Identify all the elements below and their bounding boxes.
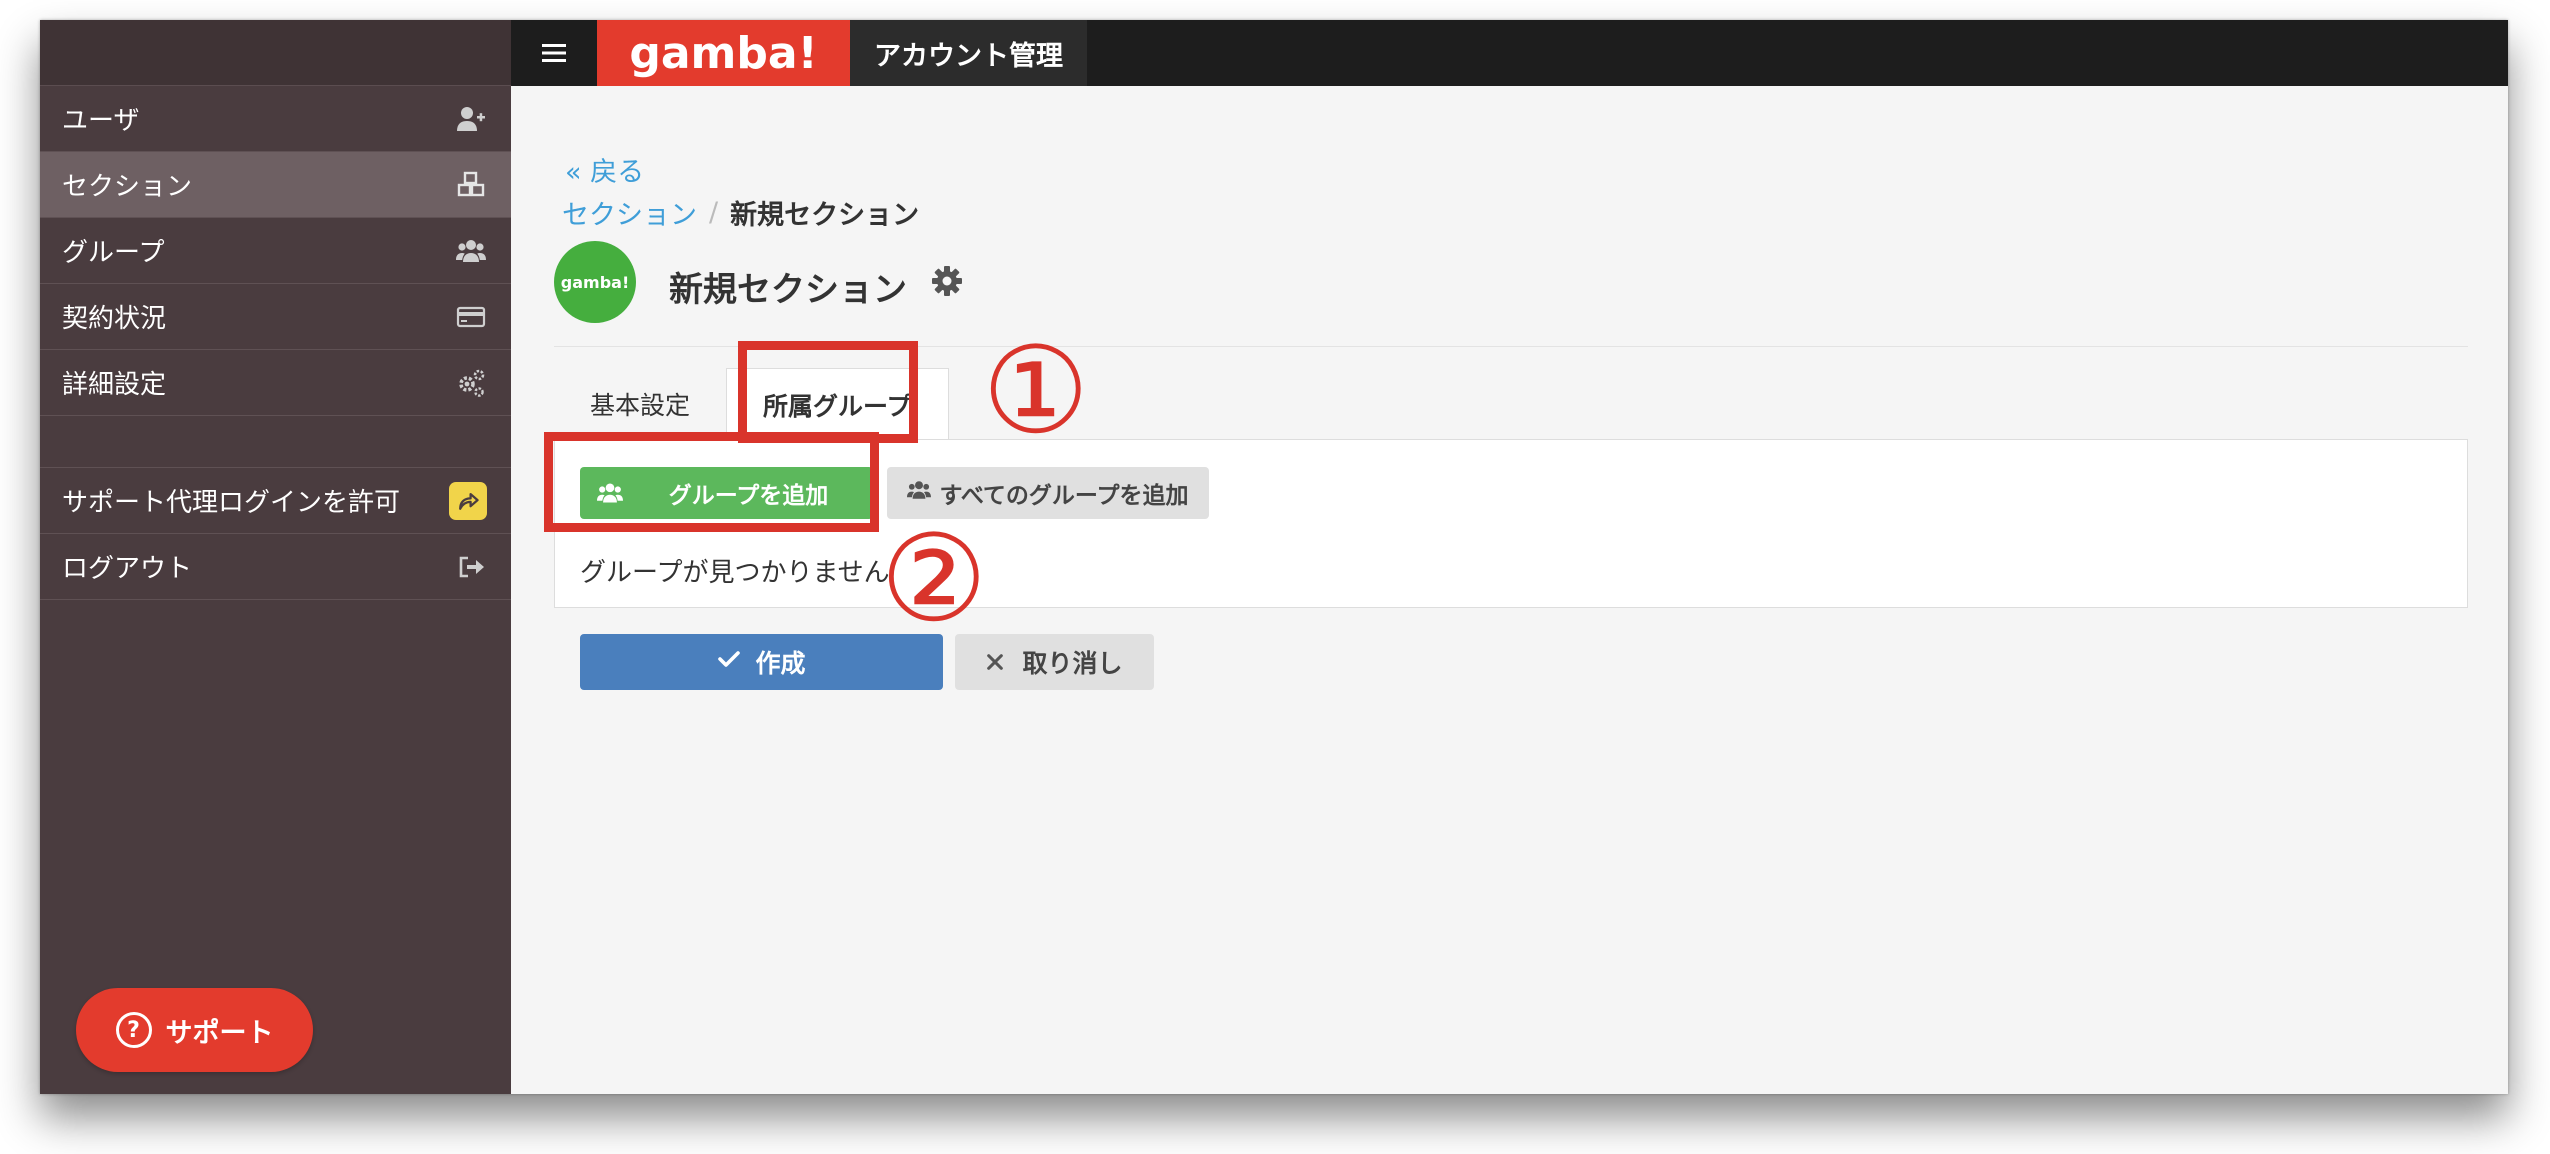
- sidebar-item-label: サポート代理ログインを許可: [62, 488, 401, 518]
- sidebar-item-label: ユーザ: [62, 106, 140, 136]
- add-all-groups-button-label: すべてのグループを追加: [939, 483, 1189, 509]
- page-title: 新規セクション: [669, 270, 907, 310]
- top-navbar: gamba! アカウント管理: [511, 20, 2508, 86]
- gear-icon[interactable]: [929, 263, 965, 299]
- app-title[interactable]: アカウント管理: [850, 20, 1087, 86]
- hamburger-icon[interactable]: [511, 20, 597, 86]
- users-icon: [455, 235, 487, 267]
- sidebar-item-sections[interactable]: セクション: [40, 152, 511, 218]
- sidebar-item-label: ログアウト: [62, 554, 193, 584]
- breadcrumb-sections-link[interactable]: セクション: [562, 193, 697, 232]
- sidebar-item-label: 契約状況: [62, 304, 167, 334]
- users-icon: [907, 478, 932, 508]
- create-button-label: 作成: [755, 649, 806, 678]
- main-content: « 戻る セクション / 新規セクション gamba! 新規セクション 基本設定…: [511, 86, 2508, 1094]
- support-button-label: サポート: [165, 1017, 274, 1049]
- cubes-icon: [455, 169, 487, 201]
- sidebar: ユーザ セクション グループ 契約状況 詳細設定 サポート代理ログインを許可 ロ…: [40, 20, 511, 1094]
- sidebar-item-label: グループ: [62, 238, 165, 268]
- breadcrumb: セクション / 新規セクション: [562, 193, 919, 232]
- sidebar-item-label: セクション: [62, 172, 193, 202]
- sign-out-icon: [455, 551, 487, 583]
- sidebar-spacer: [40, 416, 511, 468]
- highlight-add-group-button: [544, 432, 879, 532]
- check-icon: [717, 647, 741, 677]
- share-icon: [449, 481, 487, 520]
- user-plus-icon: [455, 103, 487, 135]
- back-link[interactable]: « 戻る: [565, 150, 644, 189]
- highlight-member-groups-tab: [738, 341, 918, 443]
- sidebar-item-allow-support-login[interactable]: サポート代理ログインを許可: [40, 468, 511, 534]
- sidebar-item-advanced-settings[interactable]: 詳細設定: [40, 350, 511, 416]
- credit-card-icon: [455, 301, 487, 333]
- breadcrumb-separator: /: [709, 197, 719, 228]
- app-window: ユーザ セクション グループ 契約状況 詳細設定 サポート代理ログインを許可 ロ…: [40, 20, 2508, 1094]
- tab-basic-settings[interactable]: 基本設定: [554, 368, 726, 440]
- gears-icon: [455, 367, 487, 399]
- cancel-button-label: 取り消し: [1022, 649, 1123, 678]
- callout-1: ①: [982, 322, 1090, 461]
- support-button[interactable]: ? サポート: [76, 988, 313, 1072]
- section-avatar: gamba!: [554, 241, 636, 323]
- sidebar-item-contract[interactable]: 契約状況: [40, 284, 511, 350]
- callout-2: ②: [880, 510, 988, 649]
- brand-logo[interactable]: gamba!: [597, 20, 850, 86]
- sidebar-header: [40, 20, 511, 86]
- close-icon: [986, 648, 1004, 677]
- sidebar-item-label: 詳細設定: [62, 370, 167, 400]
- question-circle-icon: ?: [115, 1012, 152, 1048]
- sidebar-item-groups[interactable]: グループ: [40, 218, 511, 284]
- breadcrumb-current: 新規セクション: [730, 200, 920, 231]
- sidebar-item-users[interactable]: ユーザ: [40, 86, 511, 152]
- empty-message: グループが見つかりません: [580, 558, 890, 588]
- sidebar-item-logout[interactable]: ログアウト: [40, 534, 511, 600]
